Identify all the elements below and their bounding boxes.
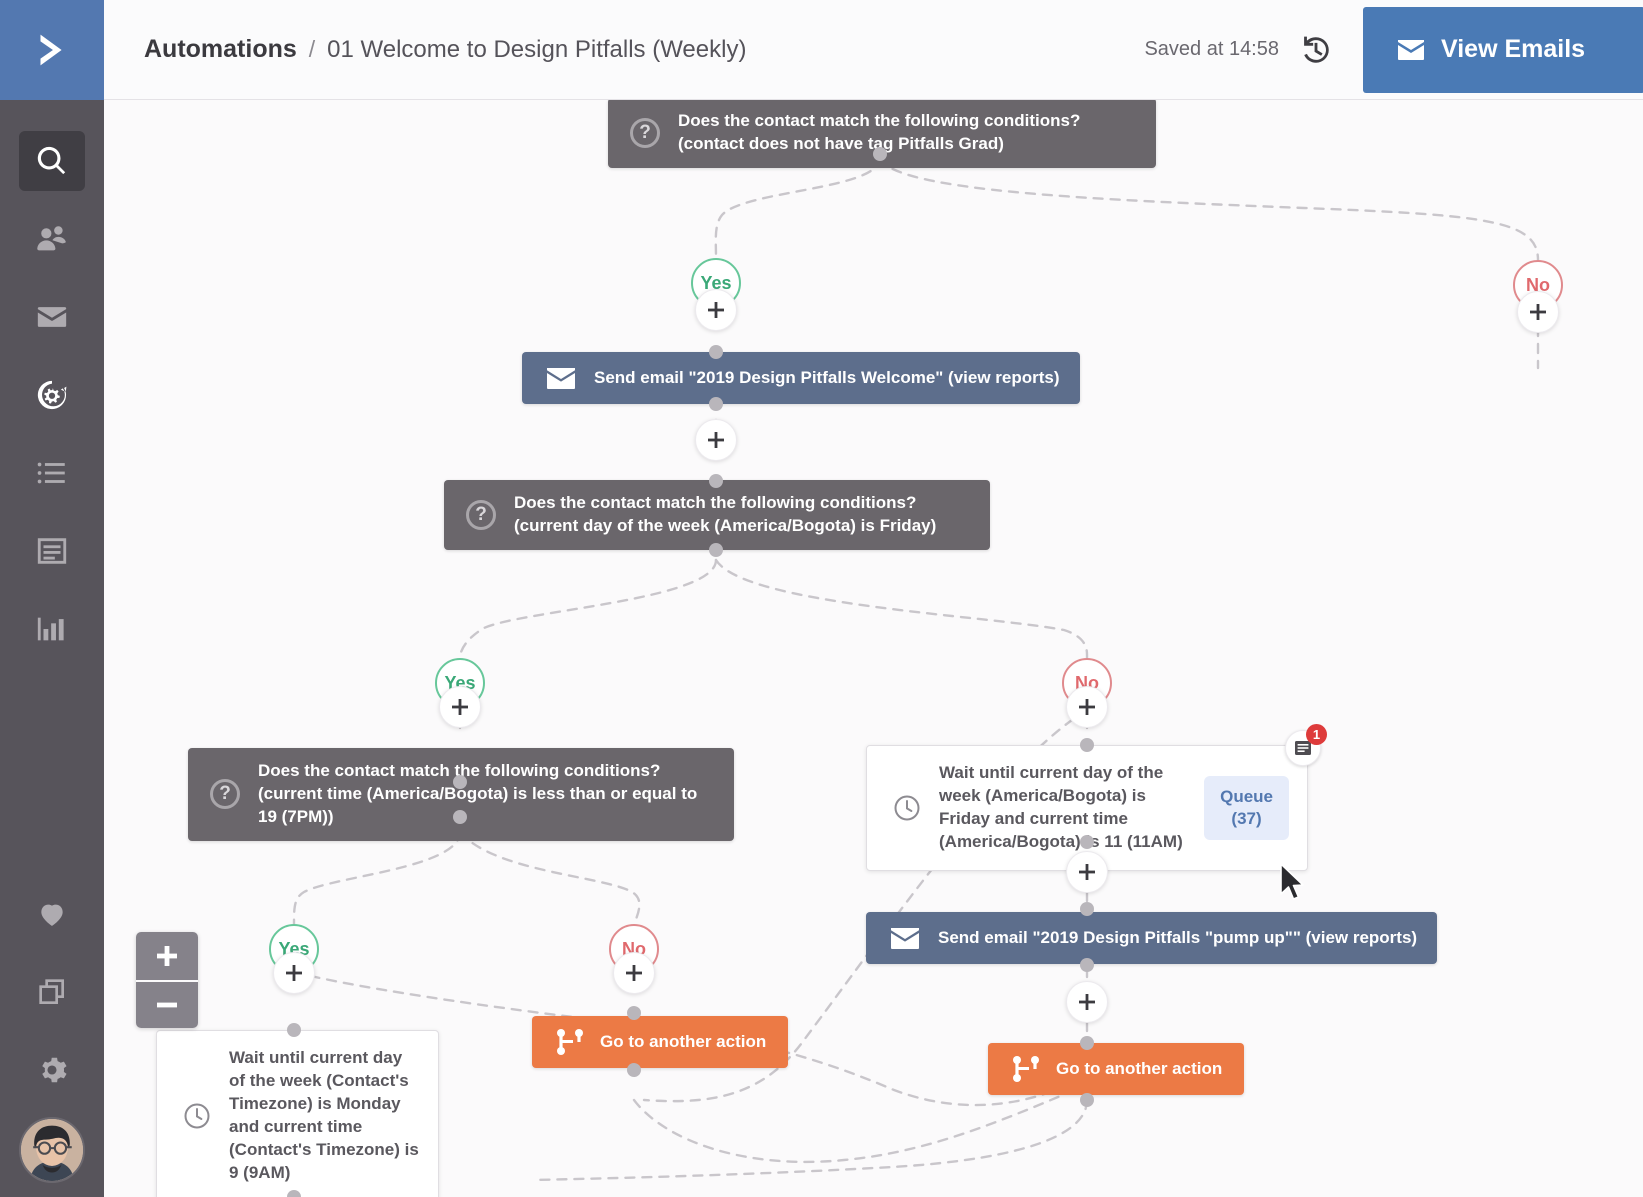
node-port <box>709 345 723 359</box>
node-label: Go to another action <box>600 1031 767 1051</box>
question-mark-icon: ? <box>624 117 666 148</box>
clock-icon <box>173 1101 221 1131</box>
view-emails-label: View Emails <box>1441 35 1586 63</box>
node-condition-friday[interactable]: ? Does the contact match the following c… <box>444 480 990 550</box>
zoom-controls <box>136 932 198 1028</box>
node-label: Go to another action <box>1056 1058 1223 1078</box>
breadcrumb-root[interactable]: Automations <box>144 35 297 64</box>
branch-icon <box>550 1029 590 1055</box>
node-label: Wait until current day of the week (Cont… <box>229 1048 419 1182</box>
form-icon <box>19 521 85 581</box>
view-emails-button[interactable]: View Emails <box>1363 6 1643 93</box>
left-sidebar <box>0 0 104 1197</box>
sidebar-item-apps[interactable] <box>0 953 104 1031</box>
node-port <box>1080 835 1094 849</box>
queue-badge[interactable]: Queue (37) <box>1204 775 1289 840</box>
breadcrumb-separator: / <box>308 36 316 62</box>
sidebar-item-search[interactable] <box>0 122 104 200</box>
node-email-welcome[interactable]: Send email "2019 Design Pitfalls Welcome… <box>522 352 1080 404</box>
node-port <box>627 1063 641 1077</box>
search-icon <box>19 131 85 191</box>
node-port <box>287 1023 301 1037</box>
question-mark-icon: ? <box>460 499 502 530</box>
node-port <box>709 543 723 557</box>
chevron-right-logo-icon <box>40 34 62 66</box>
add-step-button-3[interactable] <box>695 419 737 461</box>
gear-icon <box>19 1040 85 1100</box>
node-port <box>453 775 467 789</box>
brand-logo[interactable] <box>0 0 104 100</box>
user-avatar-icon <box>21 1119 83 1181</box>
node-port <box>1080 1093 1094 1107</box>
node-port <box>453 810 467 824</box>
envelope-icon <box>1397 39 1425 61</box>
sidebar-nav-bottom <box>0 875 104 1183</box>
node-port <box>709 474 723 488</box>
automation-builder-screen: Automations / 01 Welcome to Design Pitfa… <box>0 0 1643 1197</box>
add-step-button-8[interactable] <box>273 952 315 994</box>
header-actions: Saved at 14:58 View Emails <box>1144 0 1643 100</box>
sidebar-item-deals[interactable] <box>0 875 104 953</box>
sidebar-item-reports[interactable] <box>0 590 104 668</box>
contacts-icon <box>19 209 85 269</box>
node-port <box>627 1006 641 1020</box>
add-step-button-1[interactable] <box>695 289 737 331</box>
node-label: Wait until current day of the week (Amer… <box>939 763 1183 851</box>
clock-icon <box>883 793 931 823</box>
envelope-icon <box>540 367 582 390</box>
app-header: Automations / 01 Welcome to Design Pitfa… <box>104 0 1643 100</box>
node-port <box>1080 902 1094 916</box>
sidebar-item-settings[interactable] <box>0 1031 104 1109</box>
node-goto-another-action-left[interactable]: Go to another action <box>532 1016 789 1068</box>
list-icon <box>19 443 85 503</box>
saved-status: Saved at 14:58 <box>1144 38 1279 60</box>
note-count-badge: 1 <box>1306 724 1327 745</box>
node-label: Does the contact match the following con… <box>678 111 1081 153</box>
envelope-icon <box>19 287 85 347</box>
avatar[interactable] <box>19 1117 85 1183</box>
add-step-button-4[interactable] <box>439 686 481 728</box>
node-port <box>873 147 887 161</box>
copy-icon <box>19 962 85 1022</box>
automations-gear-icon <box>19 365 85 425</box>
sidebar-item-contacts[interactable] <box>0 200 104 278</box>
node-label: Send email "2019 Design Pitfalls "pump u… <box>938 927 1418 947</box>
node-port <box>287 1190 301 1197</box>
node-condition-current-time[interactable]: ? Does the contact match the following c… <box>188 748 734 841</box>
node-label: Does the contact match the following con… <box>514 493 937 535</box>
add-step-button-7[interactable] <box>1066 981 1108 1023</box>
sidebar-item-lists[interactable] <box>0 434 104 512</box>
page-title: 01 Welcome to Design Pitfalls (Weekly) <box>327 36 747 63</box>
add-step-button-6[interactable] <box>1066 851 1108 893</box>
automation-canvas[interactable]: ? Does the contact match the following c… <box>104 100 1643 1197</box>
bar-chart-icon <box>19 599 85 659</box>
node-wait-monday[interactable]: Wait until current day of the week (Cont… <box>156 1030 439 1197</box>
node-port <box>1080 958 1094 972</box>
node-goto-another-action-right[interactable]: Go to another action <box>988 1043 1245 1095</box>
sidebar-nav-top <box>0 100 104 668</box>
node-port <box>709 397 723 411</box>
history-clock-icon[interactable] <box>1299 33 1333 67</box>
node-label: Send email "2019 Design Pitfalls Welcome… <box>594 367 1060 387</box>
zoom-in-button[interactable] <box>136 932 198 980</box>
question-mark-icon: ? <box>204 779 246 810</box>
node-port <box>1080 1036 1094 1050</box>
envelope-icon <box>884 927 926 950</box>
note-marker[interactable]: 1 <box>1285 724 1327 766</box>
sidebar-item-campaigns[interactable] <box>0 278 104 356</box>
add-step-button-2[interactable] <box>1517 291 1559 333</box>
queue-label: Queue <box>1220 786 1273 806</box>
breadcrumb: Automations / 01 Welcome to Design Pitfa… <box>144 35 746 64</box>
heart-icon <box>19 884 85 944</box>
add-step-button-5[interactable] <box>1066 686 1108 728</box>
node-label: Does the contact match the following con… <box>258 761 698 826</box>
queue-count: (37) <box>1231 808 1262 828</box>
sidebar-item-forms[interactable] <box>0 512 104 590</box>
zoom-out-button[interactable] <box>136 980 198 1028</box>
sidebar-item-automations[interactable] <box>0 356 104 434</box>
node-email-pump-up[interactable]: Send email "2019 Design Pitfalls "pump u… <box>866 912 1438 964</box>
add-step-button-9[interactable] <box>613 952 655 994</box>
branch-icon <box>1006 1056 1046 1082</box>
node-port <box>1080 738 1094 752</box>
